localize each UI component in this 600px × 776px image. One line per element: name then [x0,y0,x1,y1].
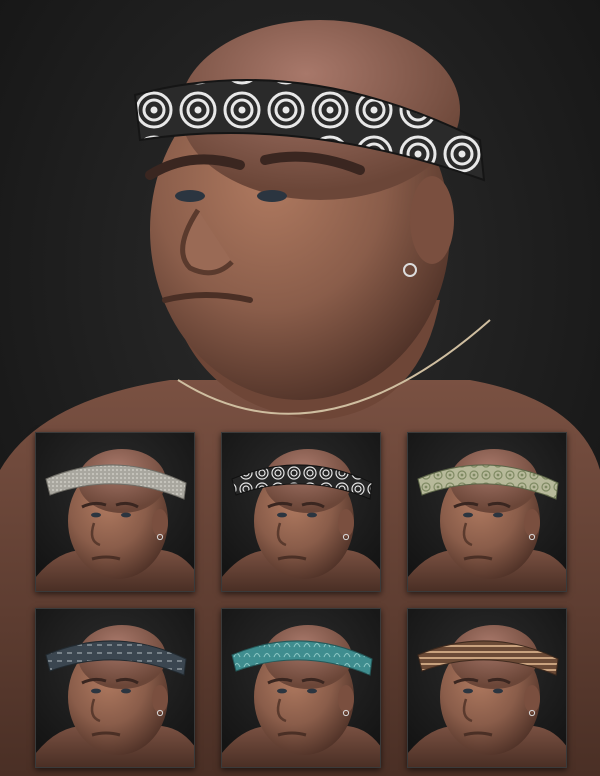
right-eye [257,190,287,202]
variant-thumb-circles[interactable] [221,432,381,592]
variant-thumb-stitched[interactable] [35,608,195,768]
ear [410,176,454,264]
variant-thumb-striped[interactable] [407,608,567,768]
variant-thumb-teal[interactable] [221,608,381,768]
variant-thumb-plain-knit[interactable] [35,432,195,592]
left-eye [175,190,205,202]
variant-thumb-paisley[interactable] [407,432,567,592]
